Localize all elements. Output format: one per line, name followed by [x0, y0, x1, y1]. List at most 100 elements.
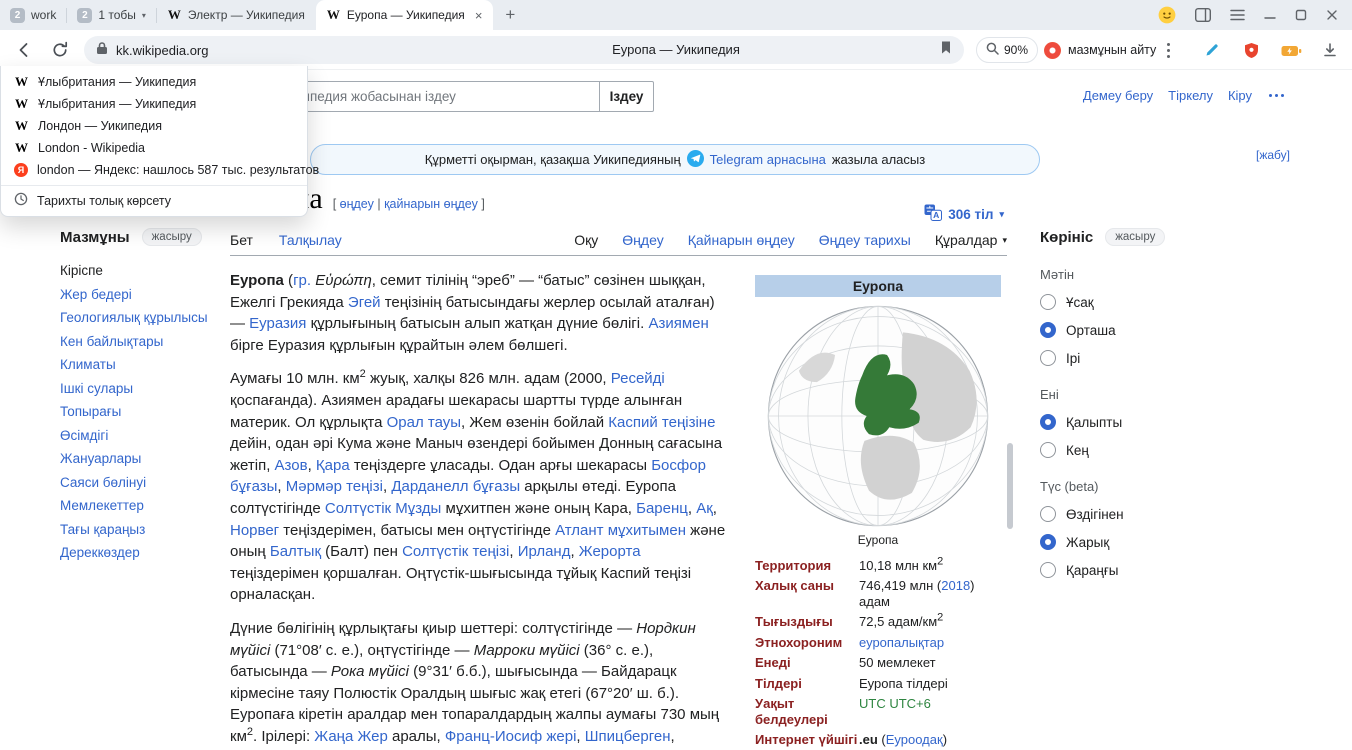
- radio-selected-icon[interactable]: [1040, 322, 1056, 338]
- yandex-plus-icon[interactable]: [1158, 6, 1176, 24]
- more-user-links-icon[interactable]: [1267, 90, 1286, 101]
- tabbar-right-controls: [1158, 6, 1352, 24]
- toc-item[interactable]: Жануарлары: [60, 451, 230, 467]
- read-aloud-button[interactable]: мазмұнын айту: [1044, 37, 1156, 63]
- reload-icon[interactable]: [50, 40, 70, 65]
- appearance-section-label: Мәтін: [1040, 267, 1192, 282]
- tab-history[interactable]: Өңдеу тарихы: [819, 232, 911, 248]
- login-link[interactable]: Кіру: [1228, 88, 1252, 103]
- user-links: Демеу беру Тіркелу Кіру: [1083, 88, 1286, 103]
- banner-text: Құрметті оқырман, қазақша Уикипедияның: [425, 152, 681, 167]
- menu-icon[interactable]: [1230, 9, 1245, 21]
- tab-read[interactable]: Оқу: [574, 232, 598, 248]
- article-paragraph: Аумағы 10 млн. км2 жуық, халқы 826 млн. …: [230, 368, 733, 606]
- tab-group-1-toby[interactable]: 2 1 тобы ▾: [67, 0, 156, 30]
- toc-item[interactable]: Саяси бөлінуі: [60, 475, 230, 491]
- radio-option-color-auto[interactable]: Өздігінен: [1040, 506, 1192, 522]
- register-link[interactable]: Тіркелу: [1168, 88, 1213, 103]
- appearance-panel: Көрініс жасыру Мәтін Ұсақ Орташа Ірі Ені…: [1040, 228, 1192, 578]
- toc-hide-button[interactable]: жасыру: [142, 228, 202, 246]
- side-panel-icon[interactable]: [1195, 8, 1211, 22]
- radio-icon[interactable]: [1040, 442, 1056, 458]
- toc-item[interactable]: Кіріспе: [60, 263, 230, 279]
- scrollbar-thumb[interactable]: [1007, 443, 1013, 529]
- tab-edit[interactable]: Өңдеу: [622, 232, 663, 248]
- toc-item[interactable]: Тағы қараңыз: [60, 522, 230, 538]
- toc-title: Мазмұны: [60, 229, 130, 246]
- downloads-icon[interactable]: [1322, 42, 1338, 63]
- tab-title: Электр — Уикипедия: [188, 8, 305, 22]
- suggestion-item[interactable]: W London - Wikipedia: [1, 137, 307, 159]
- tab-electr[interactable]: W Электр — Уикипедия: [157, 0, 316, 30]
- tab-page[interactable]: Бет: [230, 232, 253, 248]
- radio-icon[interactable]: [1040, 350, 1056, 366]
- search-button[interactable]: Іздеу: [600, 81, 654, 112]
- maximize-icon[interactable]: [1295, 9, 1307, 21]
- infobox-row: Тілдері Еуропа тілдері: [755, 673, 1001, 694]
- telegram-channel-link[interactable]: Telegram арнасына: [710, 152, 826, 167]
- radio-selected-icon[interactable]: [1040, 534, 1056, 550]
- edit-pencil-icon[interactable]: [1204, 42, 1220, 63]
- tab-talk[interactable]: Талқылау: [279, 232, 342, 248]
- tab-europa-active[interactable]: W Еуропа — Уикипедия ×: [316, 0, 494, 30]
- tab-close-icon[interactable]: ×: [475, 8, 483, 23]
- chevron-down-icon: ▾: [999, 209, 1004, 220]
- suggestion-item[interactable]: Я london — Яндекс: нашлось 587 тыс. резу…: [1, 159, 307, 181]
- toc-item[interactable]: Ішкі сулары: [60, 381, 230, 397]
- battery-saver-icon[interactable]: [1281, 44, 1302, 62]
- toc-item[interactable]: Климаты: [60, 357, 230, 373]
- address-bar[interactable]: kk.wikipedia.org: [84, 36, 964, 64]
- zoom-control[interactable]: 90%: [976, 37, 1038, 63]
- radio-option-text-small[interactable]: Ұсақ: [1040, 294, 1192, 310]
- wikipedia-favicon-icon: W: [14, 96, 29, 112]
- toc-item[interactable]: Өсімдігі: [60, 428, 230, 444]
- appearance-hide-button[interactable]: жасыру: [1105, 228, 1165, 246]
- banner-close-link[interactable]: [жабу]: [1256, 148, 1290, 162]
- radio-selected-icon[interactable]: [1040, 414, 1056, 430]
- back-icon[interactable]: [14, 40, 34, 65]
- infobox-row: Территория 10,18 млн км2: [755, 555, 1001, 576]
- language-selector[interactable]: A 306 тіл ▾: [924, 204, 1004, 224]
- suggestion-item[interactable]: W Ұлыбритания — Уикипедия: [1, 93, 307, 115]
- tools-menu[interactable]: Құралдар ▾: [935, 232, 1007, 248]
- suggestion-item[interactable]: W Ұлыбритания — Уикипедия: [1, 71, 307, 93]
- close-icon[interactable]: [1326, 9, 1338, 21]
- show-full-history-item[interactable]: Тарихты толық көрсету: [1, 185, 307, 211]
- bookmark-icon[interactable]: [940, 40, 952, 60]
- radio-icon[interactable]: [1040, 294, 1056, 310]
- title-edit-links[interactable]: [ өңдеу | қайнарын өңдеу ]: [333, 197, 485, 211]
- radio-option-color-dark[interactable]: Қараңғы: [1040, 562, 1192, 578]
- adblock-shield-icon[interactable]: [1244, 42, 1259, 64]
- toolbar: kk.wikipedia.org Еуропа — Уикипедия 90% …: [0, 30, 1352, 70]
- address-suggestions-dropdown: W Ұлыбритания — Уикипедия W Ұлыбритания …: [0, 66, 308, 217]
- radio-option-width-wide[interactable]: Кең: [1040, 442, 1192, 458]
- radio-option-width-standard[interactable]: Қалыпты: [1040, 414, 1192, 430]
- article-paragraph: Еуропа (гр. Εὐρώπη, семит тілінің “эреб”…: [230, 270, 733, 356]
- language-count: 306 тіл: [948, 207, 993, 222]
- more-options-icon[interactable]: [1167, 43, 1170, 46]
- europe-globe-image[interactable]: [755, 297, 1001, 533]
- radio-icon[interactable]: [1040, 562, 1056, 578]
- tools-label: Құралдар: [935, 232, 998, 248]
- lock-icon: [96, 41, 108, 60]
- new-tab-button[interactable]: +: [493, 5, 527, 25]
- donate-link[interactable]: Демеу беру: [1083, 88, 1153, 103]
- suggestion-item[interactable]: W Лондон — Уикипедия: [1, 115, 307, 137]
- minimize-icon[interactable]: [1264, 9, 1276, 21]
- radio-icon[interactable]: [1040, 506, 1056, 522]
- tab-group-work[interactable]: 2 work: [0, 0, 66, 30]
- toc-item[interactable]: Жер бедері: [60, 287, 230, 303]
- suggestion-text: Лондон — Уикипедия: [38, 119, 162, 133]
- radio-option-text-large[interactable]: Ірі: [1040, 350, 1192, 366]
- infobox-caption: Еуропа: [755, 533, 1001, 555]
- toc-item[interactable]: Кен байлықтары: [60, 334, 230, 350]
- toc-item[interactable]: Мемлекеттер: [60, 498, 230, 514]
- tab-edit-source[interactable]: Қайнарын өңдеу: [688, 232, 795, 248]
- toc-item[interactable]: Геологиялық құрылысы: [60, 310, 230, 326]
- toc-item[interactable]: Топырағы: [60, 404, 230, 420]
- radio-option-text-standard[interactable]: Орташа: [1040, 322, 1192, 338]
- wiki-search: Іздеу: [248, 81, 654, 112]
- radio-option-color-light[interactable]: Жарық: [1040, 534, 1192, 550]
- article-body: Еуропа (гр. Εὐρώπη, семит тілінің “эреб”…: [230, 270, 733, 750]
- toc-item[interactable]: Дереккөздер: [60, 545, 230, 561]
